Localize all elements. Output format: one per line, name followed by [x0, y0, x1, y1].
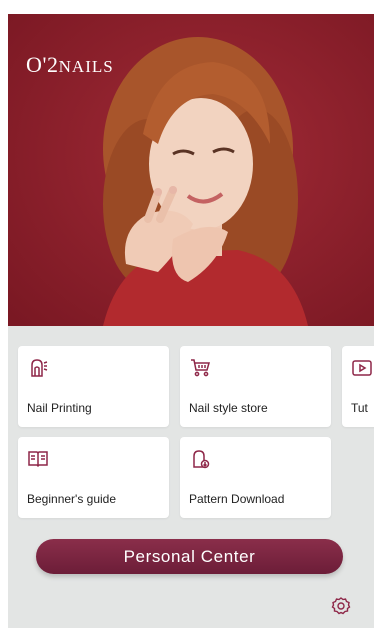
gear-icon[interactable]	[331, 596, 351, 616]
menu-tile-nail-style-store[interactable]: Nail style store	[180, 346, 331, 427]
app-screen: O'2NAILS Nail Printing Nail style store …	[0, 0, 374, 628]
menu-tile-nail-printing[interactable]: Nail Printing	[18, 346, 169, 427]
menu-tile-beginners-guide[interactable]: Beginner's guide	[18, 437, 169, 518]
menu-tile-label: Beginner's guide	[27, 492, 117, 506]
menu-tile-tutorial[interactable]: Tut	[342, 346, 374, 427]
pattern-download-icon	[189, 448, 211, 470]
personal-center-button[interactable]: Personal Center	[36, 539, 343, 574]
menu-tile-label: Nail style store	[189, 401, 268, 415]
play-video-icon	[351, 357, 373, 379]
shopping-cart-icon	[189, 357, 211, 379]
brand-logo-prefix: O'2	[26, 52, 59, 77]
brand-logo: O'2NAILS	[26, 52, 114, 78]
nail-printer-icon	[27, 357, 49, 379]
menu-tile-label: Nail Printing	[27, 401, 92, 415]
menu-tile-label: Tut	[351, 401, 368, 415]
hero-banner: O'2NAILS	[8, 14, 374, 326]
menu-tile-label: Pattern Download	[189, 492, 285, 506]
menu-tile-pattern-download[interactable]: Pattern Download	[180, 437, 331, 518]
brand-logo-suffix: NAILS	[58, 57, 114, 76]
feature-panel: Nail Printing Nail style store Tut Begin…	[8, 326, 374, 628]
open-book-icon	[27, 448, 49, 470]
